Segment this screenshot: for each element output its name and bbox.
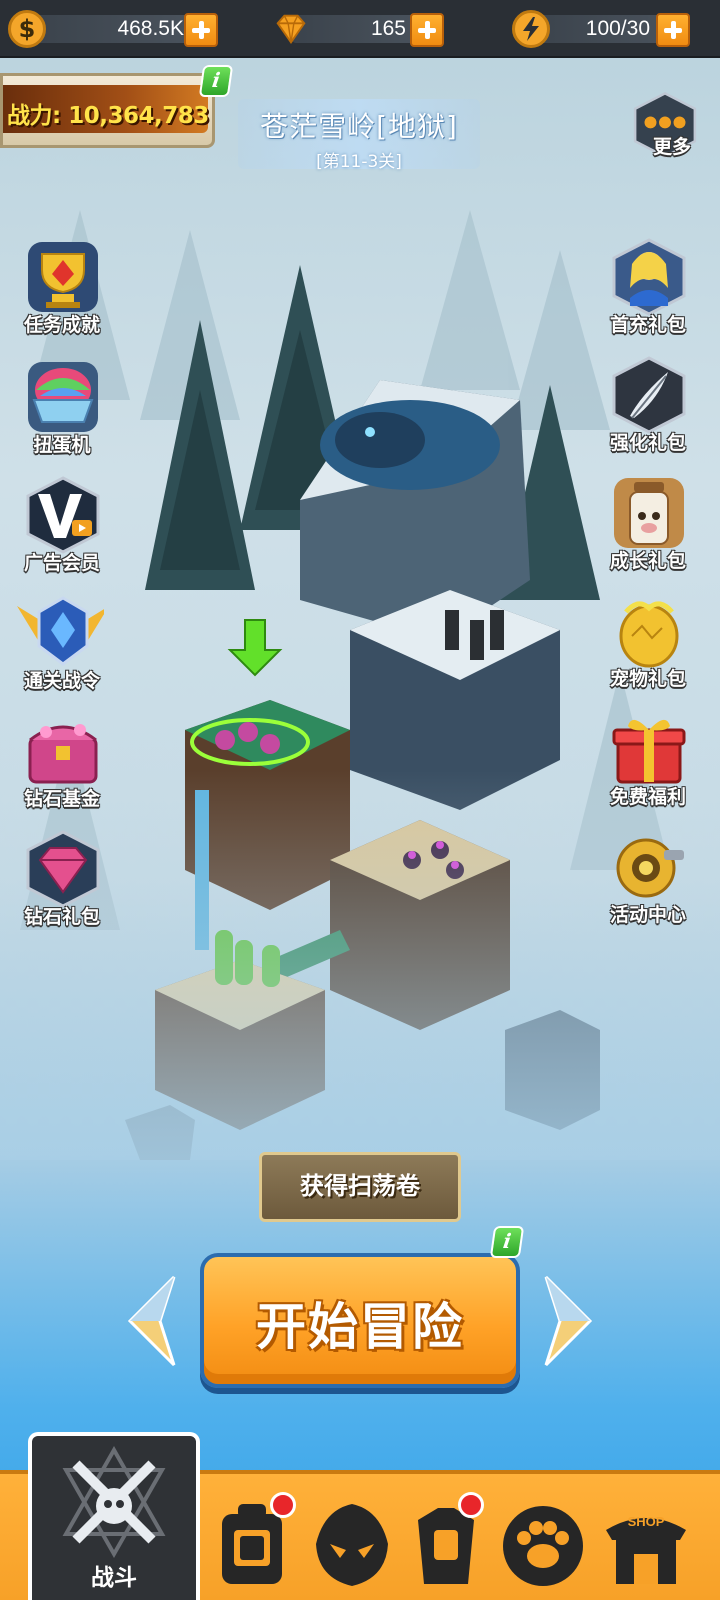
hero-mask-icon (316, 1504, 388, 1586)
nav-hero-tab[interactable] (310, 1500, 402, 1596)
energy-resource: 100/30 (510, 10, 700, 48)
gem-pack-button[interactable]: 钻石礼包 (8, 828, 116, 932)
growth-pack-label: 成长礼包 (609, 550, 686, 572)
crossed-swords-icon (62, 1446, 166, 1558)
stage-title-panel: 苍茫雪岭[地狱] [第11-3关] (238, 99, 480, 172)
first-recharge-pack-button[interactable]: 首充礼包 (594, 236, 702, 340)
quest-achievement-button[interactable]: 任务成就 (8, 236, 116, 340)
golden-egg-icon (619, 601, 679, 668)
dollar-coin-icon: $ (8, 10, 46, 48)
energy-amount: 100/30 (585, 17, 650, 40)
golden-gear-icon (616, 838, 684, 898)
ad-vip-button[interactable]: 广告会员 (8, 474, 116, 578)
gacha-label: 扭蛋机 (33, 434, 91, 456)
more-label: 更多 (652, 136, 691, 158)
start-adventure-button[interactable]: 开始冒险 (200, 1253, 520, 1388)
winged-crest-icon (17, 596, 104, 666)
get-sweep-ticket-button[interactable]: 获得扫荡卷 (259, 1152, 461, 1222)
battle-pass-label: 通关战令 (23, 670, 100, 692)
vip-video-icon (26, 476, 100, 554)
gift-box-icon (612, 719, 686, 784)
gem-fund-button[interactable]: 钻石基金 (8, 710, 116, 814)
gold-resource: $ 468.5K (8, 10, 220, 48)
first-recharge-pack-label: 首充礼包 (609, 314, 686, 336)
pet-pack-label: 宠物礼包 (609, 668, 686, 690)
add-energy-button[interactable] (656, 13, 690, 47)
gem-chest-icon (28, 724, 98, 784)
stage-subtitle: [第11-3关] (316, 152, 402, 172)
backpack-notification-dot (270, 1492, 296, 1518)
nav-backpack-tab[interactable] (212, 1492, 304, 1596)
more-button[interactable]: 更多 (612, 90, 720, 194)
nav-equipment-tab[interactable] (404, 1492, 496, 1596)
gacha-egg-icon (28, 362, 98, 432)
enhance-pack-label: 强化礼包 (609, 432, 686, 454)
growth-pack-button[interactable]: 成长礼包 (594, 472, 702, 576)
add-diamond-button[interactable] (410, 13, 444, 47)
nav-battle-label: 战斗 (91, 1565, 137, 1591)
pet-pack-button[interactable]: 宠物礼包 (594, 590, 702, 694)
diamond-icon (276, 14, 306, 44)
resource-bar: $ 468.5K 165 100/30 (0, 0, 720, 58)
start-info-badge[interactable]: i (489, 1226, 525, 1258)
power-info-badge[interactable]: i (198, 65, 234, 97)
start-adventure-label: 开始冒险 (256, 1298, 464, 1356)
free-welfare-label: 免费福利 (609, 786, 686, 808)
milk-bottle-icon (614, 478, 684, 548)
paw-icon (503, 1506, 583, 1586)
hero-portrait-icon (612, 238, 686, 316)
next-stage-button[interactable] (542, 1273, 596, 1369)
gacha-button[interactable]: 扭蛋机 (8, 356, 116, 460)
enhance-pack-button[interactable]: 强化礼包 (594, 354, 702, 458)
event-center-button[interactable]: 活动中心 (594, 826, 702, 930)
start-adventure-wrapper: 开始冒险 (200, 1253, 520, 1388)
free-welfare-button[interactable]: 免费福利 (594, 708, 702, 812)
event-center-label: 活动中心 (609, 904, 686, 926)
lightning-icon (512, 10, 550, 48)
diamond-amount: 165 (370, 17, 406, 40)
gold-amount: 468.5K (117, 17, 184, 40)
equipment-notification-dot (458, 1492, 484, 1518)
gem-pack-icon (26, 830, 100, 908)
battle-pass-button[interactable]: 通关战令 (8, 592, 116, 696)
combat-power-value: 战力: 10,364,783 (7, 103, 209, 129)
nav-pet-tab[interactable] (500, 1500, 592, 1596)
feather-emblem-icon (612, 356, 686, 434)
quest-achievement-label: 任务成就 (23, 314, 100, 336)
prev-stage-button[interactable] (124, 1273, 178, 1369)
add-gold-button[interactable] (184, 13, 218, 47)
shop-label: SHOP (627, 1514, 665, 1529)
trophy-icon (28, 242, 98, 312)
ad-vip-label: 广告会员 (23, 552, 100, 574)
nav-battle-tab[interactable]: 战斗 (28, 1432, 200, 1600)
combat-power-plate: 战力: 10,364,783 (0, 73, 215, 148)
gem-fund-label: 钻石基金 (23, 788, 100, 810)
stage-title: 苍茫雪岭[地狱] (260, 110, 458, 143)
nav-shop-tab[interactable]: SHOP (600, 1500, 692, 1596)
diamond-resource: 165 (270, 10, 450, 48)
gem-pack-label: 钻石礼包 (23, 906, 100, 928)
